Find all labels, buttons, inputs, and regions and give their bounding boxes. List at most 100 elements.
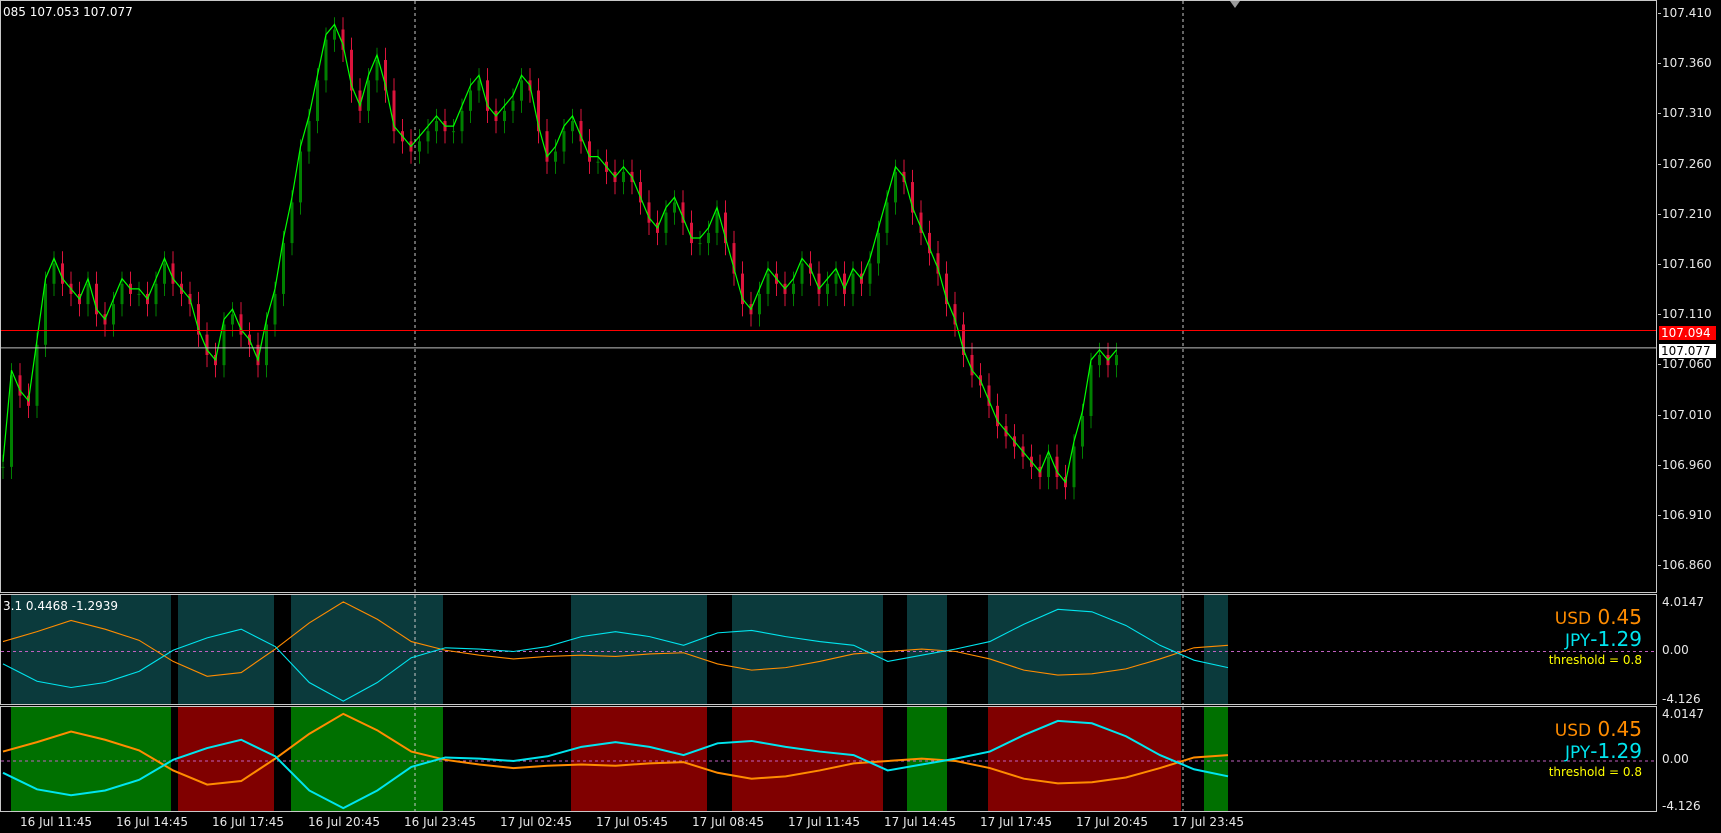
price-tick-mark — [1658, 565, 1661, 567]
candle-body — [324, 39, 328, 81]
price-tick-mark — [1658, 13, 1661, 14]
candle-body — [1115, 354, 1118, 366]
time-tick-label: 16 Jul 17:45 — [212, 815, 284, 829]
price-tick-mark — [1658, 464, 1661, 466]
candle-body — [843, 273, 846, 294]
price-axis[interactable]: 107.410 107.360 107.310 107.260 107.210 107.1… — [1658, 0, 1721, 833]
time-tick-label: 16 Jul 11:45 — [20, 815, 92, 829]
price-chart-pane[interactable]: 085 107.053 107.077 — [0, 0, 1657, 593]
candle-body — [596, 161, 600, 163]
candle-body — [834, 273, 838, 284]
signal-zone — [178, 595, 274, 704]
price-tick-mark — [1658, 213, 1661, 215]
time-axis[interactable]: 16 Jul 11:45 16 Jul 14:45 16 Jul 17:45 16 J… — [0, 812, 1657, 833]
candle-body — [520, 80, 523, 101]
candle-body — [282, 243, 285, 294]
indicator-2-svg — [1, 707, 1656, 811]
jpy-value: -1.29 — [1590, 627, 1642, 651]
price-tick-label: 107.010 — [1662, 407, 1712, 422]
candle-body — [800, 263, 804, 284]
usd-label: USD — [1554, 721, 1592, 741]
candle-body — [316, 80, 319, 122]
indicator-tick-label: -4.126 — [1662, 692, 1701, 706]
indicator-pane-2[interactable]: USD 0.45 JPY-1.29 threshold = 0.8 — [0, 706, 1657, 812]
time-tick-label: 17 Jul 23:45 — [1172, 815, 1244, 829]
candle-body — [1089, 365, 1093, 416]
time-tick-label: 17 Jul 20:45 — [1076, 815, 1148, 829]
candle-body — [1081, 415, 1084, 447]
candle-body — [367, 80, 370, 111]
jpy-label: JPY — [1564, 631, 1591, 651]
signal-zone — [571, 595, 707, 704]
bid-price-label: 107.094 — [1659, 326, 1716, 340]
price-line — [2, 23, 1117, 484]
indicator-tick-label: 0.00 — [1662, 642, 1689, 657]
jpy-label: JPY — [1564, 743, 1591, 763]
candle-body — [851, 273, 855, 294]
indicator-tick-label: 4.0147 — [1662, 707, 1704, 721]
indicator-tick-label: 0.00 — [1662, 752, 1689, 766]
indicator-2-legend: USD 0.45 JPY-1.29 threshold = 0.8 — [1549, 719, 1642, 779]
usd-value: 0.45 — [1597, 717, 1642, 741]
candle-body — [452, 131, 455, 133]
price-tick-label: 107.160 — [1662, 257, 1712, 271]
candle-body — [163, 263, 166, 284]
price-tick-label: 107.260 — [1662, 156, 1712, 171]
candle-body — [792, 283, 795, 294]
candle-body — [698, 243, 702, 245]
candle-body — [664, 212, 668, 233]
candle-body — [477, 80, 481, 91]
threshold-text: threshold = 0.8 — [1548, 653, 1642, 667]
price-tick-mark — [1658, 364, 1661, 366]
time-tick-label: 16 Jul 20:45 — [308, 815, 380, 829]
candle-body — [375, 59, 379, 81]
price-tick-label: 107.210 — [1662, 206, 1712, 221]
candle-body — [112, 304, 115, 325]
candle-body — [333, 29, 336, 40]
candle-body — [707, 232, 710, 244]
candle-body — [571, 121, 574, 132]
candle-body — [503, 110, 506, 122]
price-chart-svg — [1, 1, 1656, 592]
jpy-value: -1.29 — [1590, 739, 1642, 763]
usd-value: 0.45 — [1597, 605, 1642, 629]
candle-body — [460, 110, 464, 132]
candle-body — [817, 273, 821, 294]
ask-price-label: 107.077 — [1659, 344, 1716, 358]
candle-body — [877, 232, 880, 264]
price-tick-label: 107.310 — [1662, 106, 1712, 121]
time-tick-label: 17 Jul 17:45 — [980, 815, 1052, 829]
price-tick-label: 107.060 — [1662, 357, 1712, 372]
candle-body — [690, 222, 693, 244]
price-tick-mark — [1658, 63, 1661, 65]
candle-body — [418, 141, 421, 152]
candle-body — [588, 141, 591, 162]
candle-body — [35, 344, 39, 406]
candle-body — [885, 202, 889, 233]
price-tick-mark — [1658, 113, 1661, 115]
candle-body — [299, 151, 302, 203]
indicator-1-header: 3.1 0.4468 -1.2939 — [3, 599, 119, 613]
candle-body — [10, 375, 13, 467]
candle-body — [154, 283, 158, 305]
candle-body — [273, 293, 277, 325]
chart-shift-marker-icon[interactable] — [1230, 1, 1240, 8]
price-tick-mark — [1658, 163, 1661, 165]
candle-body — [44, 283, 47, 345]
indicator-pane-1[interactable]: 3.1 0.4468 -1.2939 USD 0.45 JPY-1.29 thr… — [0, 594, 1657, 705]
time-tick-label: 17 Jul 11:45 — [788, 815, 860, 829]
indicator-tick-label: -4.126 — [1662, 799, 1701, 813]
candle-body — [1047, 456, 1050, 478]
signal-zone — [732, 707, 883, 811]
time-tick-label: 17 Jul 02:45 — [500, 815, 572, 829]
price-tick-mark — [1658, 314, 1661, 316]
indicator-tick-label: 4.0147 — [1662, 595, 1704, 609]
candle-body — [290, 202, 294, 244]
price-tick-label: 106.910 — [1662, 508, 1712, 522]
signal-zone — [1204, 595, 1228, 704]
candle-body — [766, 273, 770, 294]
candle-body — [86, 283, 90, 305]
candle-body — [120, 283, 124, 305]
indicator-1-legend: USD 0.45 JPY-1.29 threshold = 0.8 — [1549, 607, 1642, 667]
candle-body — [673, 202, 676, 213]
